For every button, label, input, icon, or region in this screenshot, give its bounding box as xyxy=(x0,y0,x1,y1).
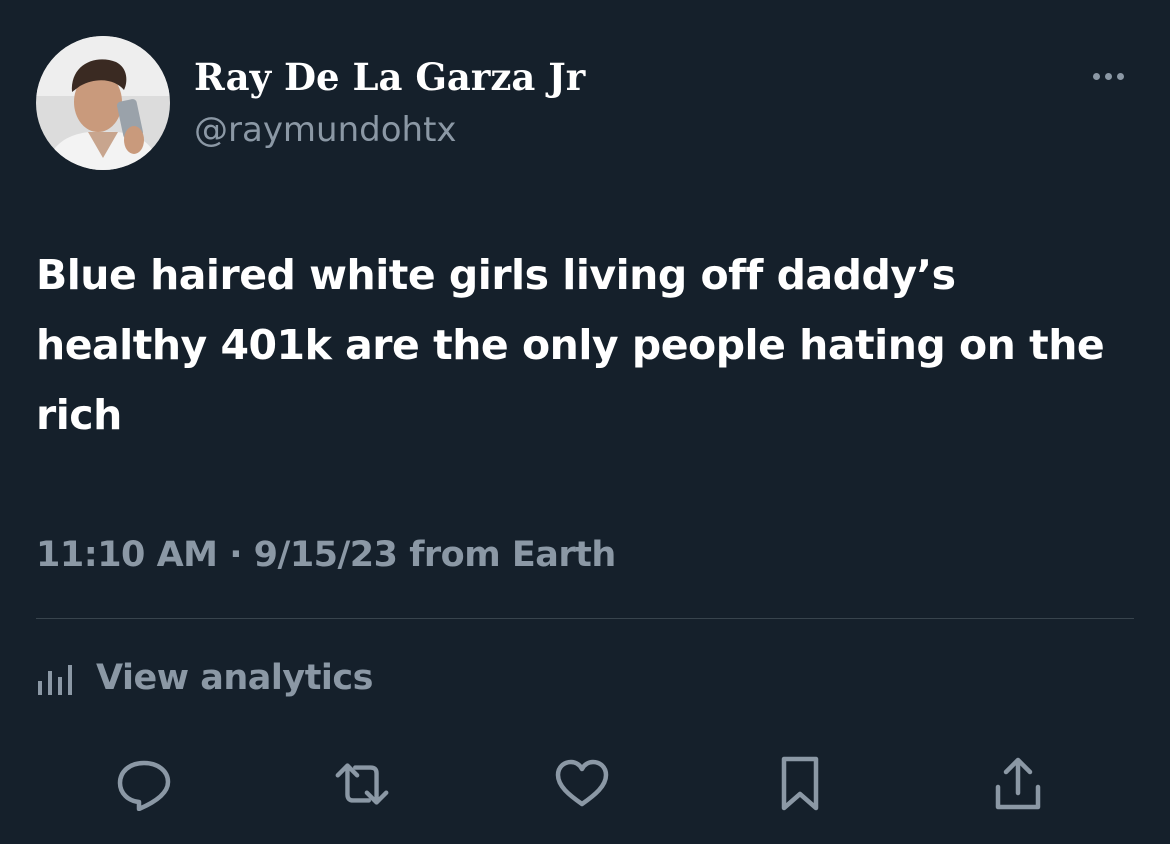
author-handle[interactable]: @raymundohtx xyxy=(194,108,457,152)
like-icon xyxy=(555,759,609,807)
divider xyxy=(36,618,1134,619)
more-dot xyxy=(1104,72,1112,80)
view-analytics-link[interactable]: View analytics xyxy=(36,654,374,702)
tweet-text: Blue haired white girls living off daddy… xyxy=(36,251,1105,439)
share-button[interactable] xyxy=(986,752,1050,816)
more-dot xyxy=(1092,72,1100,80)
like-button[interactable] xyxy=(550,752,614,816)
tweet-timestamp[interactable]: 11:10 AM · 9/15/23 from Earth xyxy=(36,532,616,578)
bookmark-icon xyxy=(781,756,819,811)
author-display-name[interactable]: Ray De La Garza Jr xyxy=(194,54,585,100)
retweet-button[interactable] xyxy=(330,752,394,816)
bookmark-button[interactable] xyxy=(768,752,832,816)
reply-button[interactable] xyxy=(112,752,176,816)
bar-chart-icon xyxy=(38,665,72,695)
more-options-icon[interactable] xyxy=(1080,58,1136,94)
avatar[interactable] xyxy=(36,36,170,170)
avatar-photo xyxy=(36,36,170,170)
more-dot xyxy=(1116,72,1124,80)
reply-icon xyxy=(117,760,171,811)
retweet-icon xyxy=(335,763,389,805)
share-icon xyxy=(995,757,1041,810)
view-analytics-label: View analytics xyxy=(96,658,374,698)
